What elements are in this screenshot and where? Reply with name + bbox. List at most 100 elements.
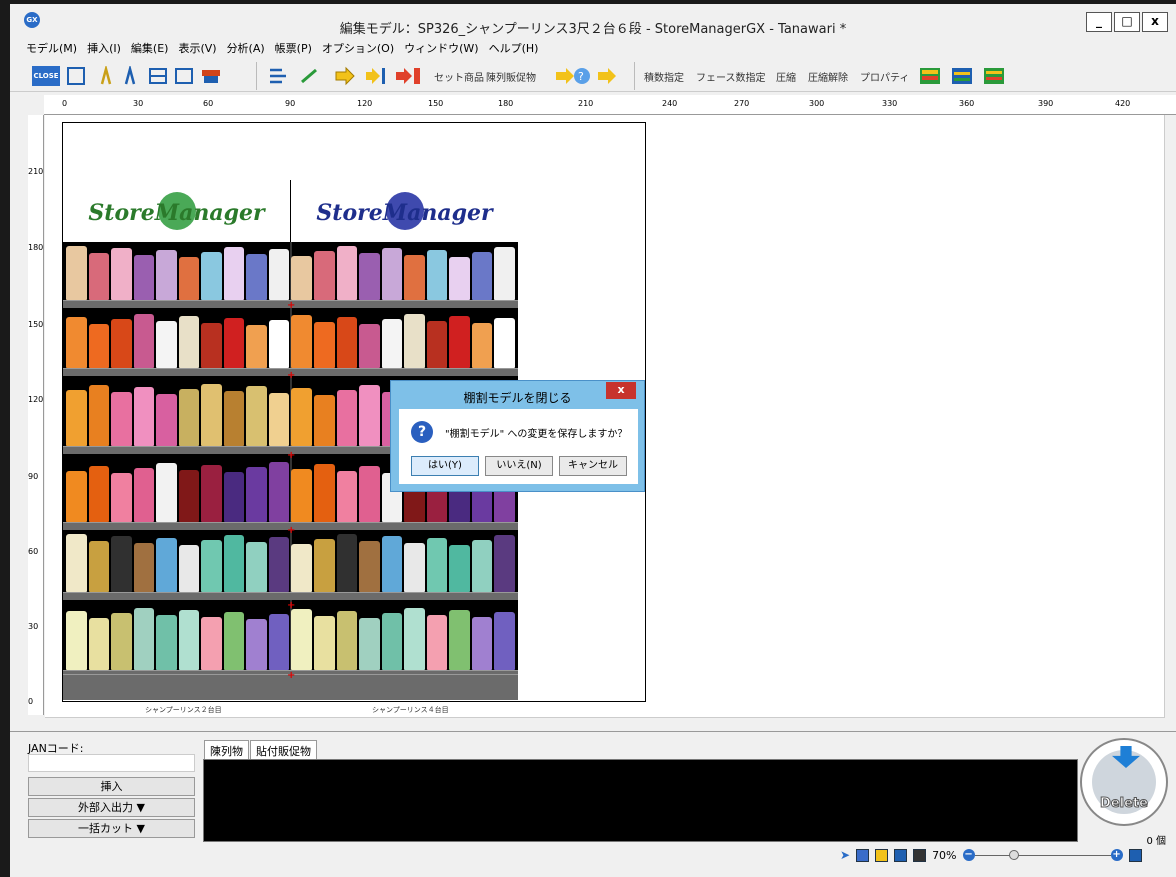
product-item[interactable] (359, 618, 380, 670)
product-item[interactable] (111, 536, 132, 592)
close-window-button[interactable]: x (1142, 12, 1168, 32)
product-item[interactable] (66, 471, 87, 522)
product-item[interactable] (246, 542, 267, 592)
close-model-button[interactable]: CLOSE (32, 66, 60, 86)
menu-help[interactable]: ヘルプ(H) (489, 40, 539, 58)
arrange-tools-icons[interactable] (266, 66, 436, 86)
product-item[interactable] (336, 246, 358, 300)
product-item[interactable] (291, 544, 313, 592)
maximize-button[interactable]: □ (1114, 12, 1140, 32)
product-item[interactable] (449, 316, 470, 368)
product-item[interactable] (314, 464, 335, 522)
product-item[interactable] (291, 315, 313, 368)
no-button[interactable]: いいえ(N) (485, 456, 553, 476)
product-item[interactable] (246, 619, 267, 670)
jan-code-input[interactable] (28, 754, 195, 772)
product-item[interactable] (336, 317, 358, 368)
shelf-tools-icons[interactable] (66, 66, 276, 86)
product-item[interactable] (494, 612, 515, 670)
product-item[interactable] (314, 322, 335, 368)
product-item[interactable] (111, 319, 132, 368)
properties-button[interactable]: プロパティ (860, 69, 909, 84)
product-item[interactable] (178, 470, 200, 522)
product-item[interactable] (201, 384, 222, 446)
product-item[interactable] (381, 319, 403, 368)
product-item[interactable] (268, 393, 290, 446)
zoom-slider[interactable]: − + (962, 848, 1123, 862)
product-item[interactable] (268, 249, 290, 300)
menu-edit[interactable]: 編集(E) (131, 40, 169, 58)
menu-analysis[interactable]: 分析(A) (227, 40, 265, 58)
product-item[interactable] (111, 473, 132, 522)
product-item[interactable] (359, 466, 380, 522)
zoom-knob[interactable] (1008, 849, 1019, 860)
pointer-icon[interactable]: ➤ (840, 848, 850, 862)
product-item[interactable] (156, 321, 177, 368)
product-item[interactable] (201, 540, 222, 592)
product-item[interactable] (426, 321, 448, 368)
menu-view[interactable]: 表示(V) (178, 40, 216, 58)
product-item[interactable] (66, 317, 87, 368)
product-item[interactable] (268, 320, 290, 368)
product-item[interactable] (494, 318, 515, 368)
dialog-close-button[interactable]: x (606, 382, 636, 399)
product-item[interactable] (66, 611, 87, 670)
product-item[interactable] (449, 610, 470, 670)
product-item[interactable] (201, 465, 222, 522)
promo-tools-icons[interactable]: ? (554, 66, 624, 86)
product-item[interactable] (201, 323, 222, 368)
product-item[interactable] (156, 538, 177, 592)
product-item[interactable] (471, 252, 493, 300)
product-item[interactable] (223, 247, 245, 300)
product-item[interactable] (156, 394, 177, 446)
cancel-button[interactable]: キャンセル (559, 456, 627, 476)
product-item[interactable] (471, 540, 493, 592)
product-item[interactable] (291, 256, 313, 300)
product-item[interactable] (291, 609, 313, 670)
product-item[interactable] (178, 389, 200, 446)
product-item[interactable] (404, 314, 425, 368)
product-item[interactable] (88, 385, 110, 446)
product-item[interactable] (133, 314, 155, 368)
product-item[interactable] (314, 616, 335, 670)
product-item[interactable] (88, 466, 110, 522)
product-item[interactable] (336, 534, 358, 592)
product-item[interactable] (223, 391, 245, 446)
product-item[interactable] (156, 250, 177, 300)
menu-report[interactable]: 帳票(P) (275, 40, 312, 58)
product-item[interactable] (246, 386, 267, 446)
product-item[interactable] (246, 325, 267, 368)
decompress-button[interactable]: 圧縮解除 (808, 69, 848, 84)
product-item[interactable] (494, 247, 515, 300)
product-item[interactable] (223, 472, 245, 522)
product-item[interactable] (88, 541, 110, 592)
product-item[interactable] (178, 257, 200, 300)
external-io-button[interactable]: 外部入出力 ▼ (28, 798, 195, 817)
product-item[interactable] (359, 385, 380, 446)
grid-tools-icons[interactable] (920, 66, 1010, 86)
product-item[interactable] (314, 539, 335, 592)
minimize-button[interactable]: _ (1086, 12, 1112, 32)
product-item[interactable] (359, 324, 380, 368)
vertical-scrollbar[interactable] (1164, 115, 1176, 717)
product-item[interactable] (66, 534, 87, 592)
product-item[interactable] (404, 543, 425, 592)
fit-icon[interactable] (1128, 848, 1142, 862)
zoom-out-icon[interactable]: − (962, 848, 975, 861)
product-item[interactable] (336, 390, 358, 446)
grid-view-icon[interactable] (894, 848, 908, 862)
product-item[interactable] (381, 613, 403, 670)
product-item[interactable] (426, 538, 448, 592)
item-list-panel[interactable] (203, 759, 1078, 842)
product-item[interactable] (223, 535, 245, 592)
product-item[interactable] (178, 545, 200, 592)
set-product-button[interactable]: セット商品 (434, 69, 484, 84)
menu-window[interactable]: ウィンドウ(W) (404, 40, 478, 58)
product-item[interactable] (223, 612, 245, 670)
print-icon[interactable] (913, 848, 927, 862)
insert-button[interactable]: 挿入 (28, 777, 195, 796)
product-item[interactable] (178, 316, 200, 368)
product-item[interactable] (111, 248, 132, 300)
tab-display-items[interactable]: 陳列物 (204, 740, 249, 761)
product-item[interactable] (314, 395, 335, 446)
